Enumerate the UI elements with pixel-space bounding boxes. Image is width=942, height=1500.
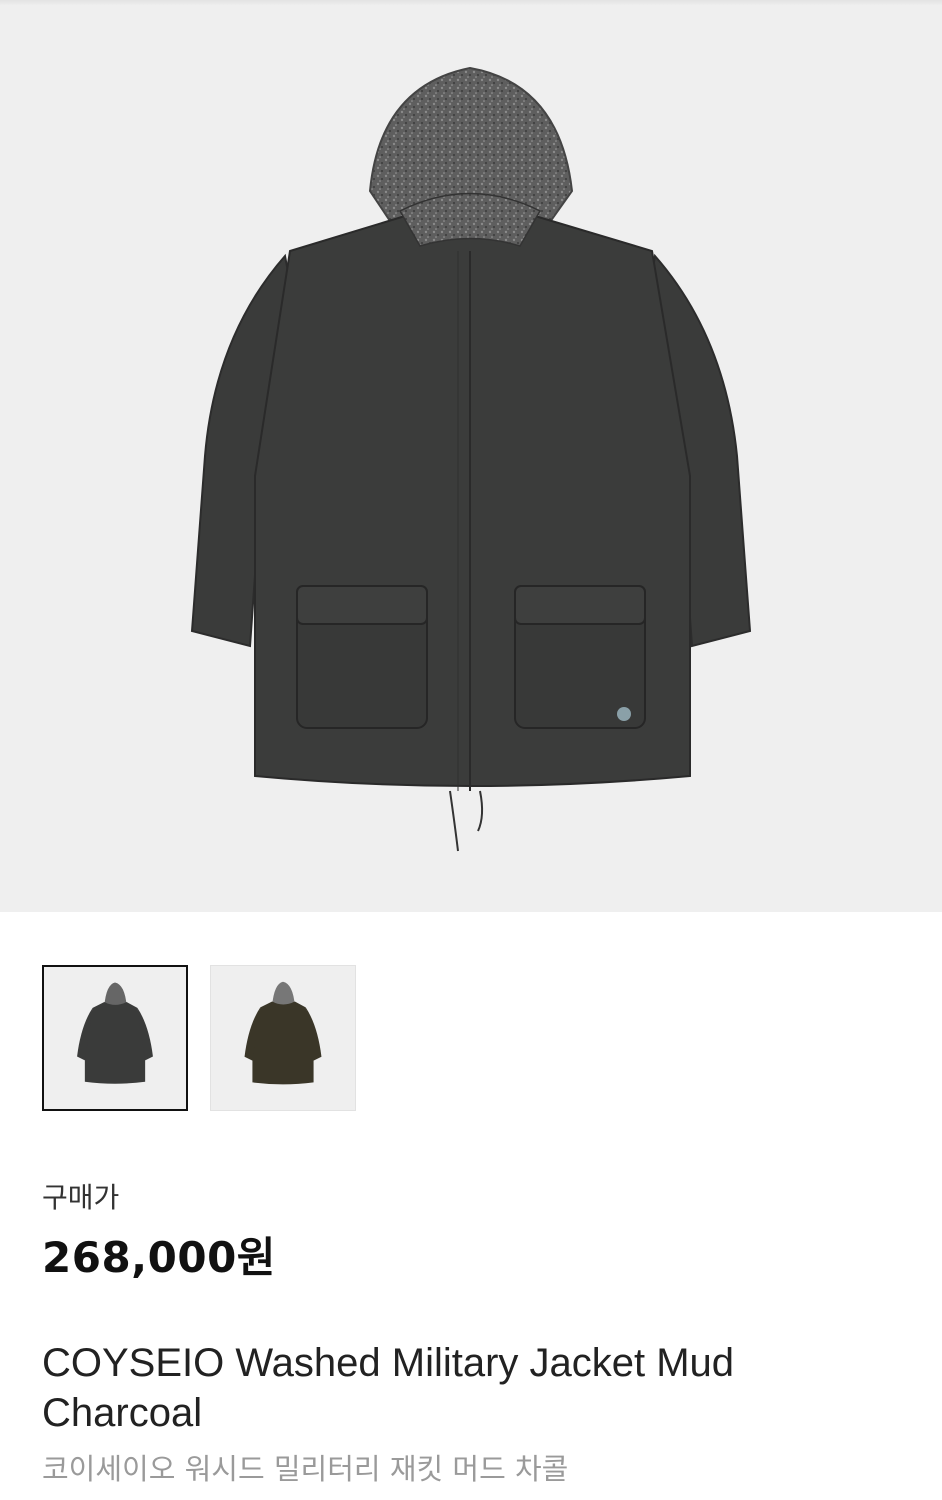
product-subtitle: 코이세이오 워시드 밀리터리 재킷 머드 차콜 bbox=[42, 1452, 569, 1486]
price-label: 구매가 bbox=[42, 1181, 120, 1214]
jacket-illustration bbox=[190, 66, 752, 852]
thumbnail-olive[interactable] bbox=[210, 965, 356, 1111]
price-value: 268,000원 bbox=[42, 1233, 276, 1282]
jacket-thumbnail-charcoal-icon bbox=[77, 982, 153, 1084]
thumbnail-list bbox=[42, 965, 356, 1111]
thumbnail-charcoal[interactable] bbox=[42, 965, 188, 1111]
jacket-thumbnail-olive-icon bbox=[244, 981, 322, 1085]
product-main-image[interactable] bbox=[0, 6, 942, 912]
product-title: COYSEIO Washed Military Jacket Mud Charc… bbox=[42, 1341, 735, 1435]
